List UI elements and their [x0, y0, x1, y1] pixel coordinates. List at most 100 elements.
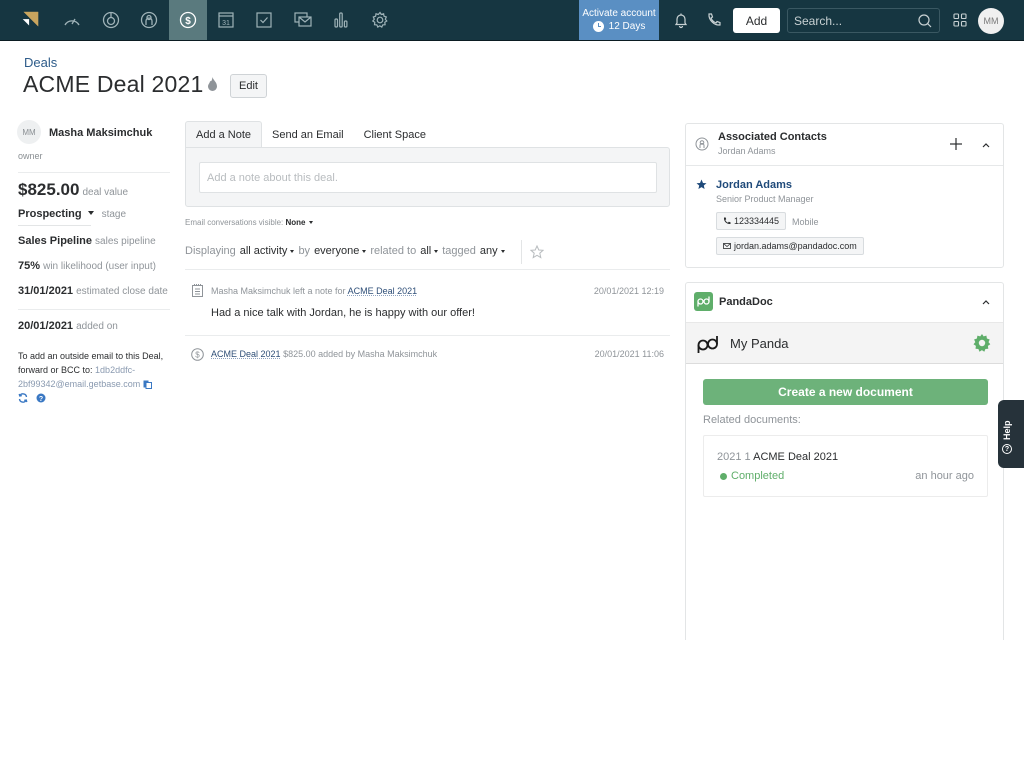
search-input[interactable]	[794, 12, 914, 29]
tagged-value: any	[479, 245, 498, 257]
related-documents-label: Related documents:	[703, 414, 801, 426]
tab-add-note[interactable]: Add a Note	[185, 121, 263, 148]
svg-text:$: $	[195, 351, 200, 360]
stage-dropdown[interactable]: Prospecting stage	[18, 208, 126, 220]
pandadoc-settings-gear-icon[interactable]	[972, 333, 992, 353]
search-box[interactable]	[787, 8, 940, 33]
owner-label: owner	[18, 151, 43, 161]
nav-leads[interactable]	[92, 0, 130, 40]
nav-contacts[interactable]	[130, 0, 168, 40]
gear-icon	[371, 11, 388, 28]
nav-reports[interactable]	[322, 0, 360, 40]
pandadoc-workspace-name: My Panda	[730, 336, 789, 351]
bcc-email-info: To add an outside email to this Deal, fo…	[18, 349, 178, 391]
deal-value[interactable]: $825.00 deal value	[18, 180, 128, 200]
messages-icon	[294, 12, 312, 27]
phone-icon[interactable]	[705, 11, 723, 29]
question-icon: ?	[1002, 444, 1012, 454]
checkbox-icon	[256, 12, 272, 28]
edit-button[interactable]: Edit	[230, 74, 267, 98]
activity-actor: Masha Maksimchuk left a note for	[211, 286, 346, 296]
breadcrumb-deals[interactable]: Deals	[24, 55, 57, 70]
note-input[interactable]	[199, 162, 657, 193]
pipeline-label: sales pipeline	[95, 236, 156, 247]
activate-account-label: Activate account	[582, 8, 656, 19]
document-time: an hour ago	[915, 470, 974, 482]
owner-name[interactable]: Masha Maksimchuk	[49, 127, 152, 139]
tagged-dropdown[interactable]: any	[480, 245, 505, 257]
activity-user-value: everyone	[314, 245, 360, 257]
copy-icon[interactable]	[143, 380, 152, 390]
activity-item: $ ACME Deal 2021 $825.00 added by Masha …	[185, 348, 670, 368]
added-on-value: 20/01/2021	[18, 320, 74, 332]
document-title: ACME Deal 2021	[753, 451, 839, 463]
likelihood-field[interactable]: 75% win likelihood (user input)	[18, 260, 156, 272]
activity-filters: Displaying all activity by everyone rela…	[185, 245, 505, 257]
activate-account-button[interactable]: Activate account 12 Days	[579, 0, 659, 40]
contact-name-link[interactable]: Jordan Adams	[716, 179, 792, 191]
star-outline-icon[interactable]	[530, 245, 544, 259]
help-circle-icon[interactable]: ?	[36, 393, 46, 403]
add-contact-icon[interactable]	[949, 137, 963, 151]
related-to-dropdown[interactable]: all	[420, 245, 439, 257]
tab-client-space[interactable]: Client Space	[354, 121, 436, 148]
chevron-up-icon[interactable]	[981, 297, 991, 307]
activity-type-dropdown[interactable]: all activity	[240, 245, 295, 257]
contact-phone-button[interactable]: 123334445	[716, 212, 787, 230]
caret-down-icon	[87, 211, 94, 215]
tab-send-email[interactable]: Send an Email	[262, 121, 354, 148]
create-document-button[interactable]: Create a new document	[703, 379, 988, 405]
activity-actor: $825.00 added by Masha Maksimchuk	[283, 349, 438, 359]
nav-dashboard[interactable]	[53, 0, 91, 40]
activity-type-value: all activity	[239, 245, 288, 257]
nav-calendar[interactable]: 31	[207, 0, 245, 40]
nav-deals[interactable]: $	[169, 0, 207, 40]
search-icon[interactable]	[917, 13, 933, 29]
hot-deal-flame-icon[interactable]	[207, 77, 218, 92]
chevron-up-icon[interactable]	[981, 140, 991, 150]
app-logo[interactable]	[11, 0, 49, 40]
refresh-icon[interactable]	[18, 393, 28, 403]
nav-communications[interactable]	[284, 0, 322, 40]
add-button[interactable]: Add	[733, 8, 780, 33]
help-label: Help	[1002, 420, 1012, 440]
bell-icon[interactable]	[672, 11, 690, 29]
activity-deal-link[interactable]: ACME Deal 2021	[211, 349, 281, 359]
bar-chart-icon	[334, 12, 348, 28]
status-dot-icon	[720, 472, 727, 480]
pipeline-value: Sales Pipeline	[18, 235, 92, 247]
likelihood-label: win likelihood (user input)	[43, 261, 156, 272]
stage-label: stage	[101, 209, 127, 220]
pandadoc-workspace-bar: My Panda	[686, 322, 1003, 364]
divider	[185, 269, 670, 270]
top-navigation: $ 31 Activate account 12 Days Add MM	[0, 0, 1024, 41]
envelope-icon	[723, 243, 731, 249]
close-date-label: estimated close date	[76, 286, 168, 297]
user-avatar[interactable]: MM	[978, 8, 1004, 34]
email-visibility-dropdown[interactable]: None	[286, 218, 313, 227]
activity-user-dropdown[interactable]: everyone	[314, 245, 367, 257]
stage-value: Prospecting	[18, 208, 82, 220]
nav-settings[interactable]	[361, 0, 399, 40]
close-date-field[interactable]: 31/01/2021 estimated close date	[18, 285, 168, 297]
bcc-actions: ?	[18, 393, 46, 403]
help-tab[interactable]: ? Help	[998, 400, 1024, 468]
activity-time: 20/01/2021 11:06	[594, 349, 664, 359]
pipeline-field[interactable]: Sales Pipeline sales pipeline	[18, 235, 156, 247]
deal-value-amount: $825.00	[18, 180, 80, 199]
caret-down-icon	[308, 221, 313, 225]
document-status-text: Completed	[731, 470, 785, 482]
document-item[interactable]: 2021 1 ACME Deal 2021 Completed an hour …	[703, 435, 988, 497]
nav-tasks[interactable]	[245, 0, 283, 40]
activity-deal-link[interactable]: ACME Deal 2021	[348, 286, 418, 296]
contact-icon	[695, 137, 709, 151]
pandadoc-mark-icon	[697, 336, 718, 353]
primary-contact-star-icon[interactable]	[696, 179, 707, 190]
contact-email-button[interactable]: jordan.adams@pandadoc.com	[716, 237, 864, 255]
document-name: 2021 1 ACME Deal 2021	[717, 451, 838, 463]
apps-grid-icon[interactable]	[953, 13, 967, 27]
divider	[521, 240, 522, 264]
contacts-card-title: Associated Contacts	[718, 131, 827, 143]
divider	[686, 165, 1003, 166]
divider	[18, 225, 91, 226]
